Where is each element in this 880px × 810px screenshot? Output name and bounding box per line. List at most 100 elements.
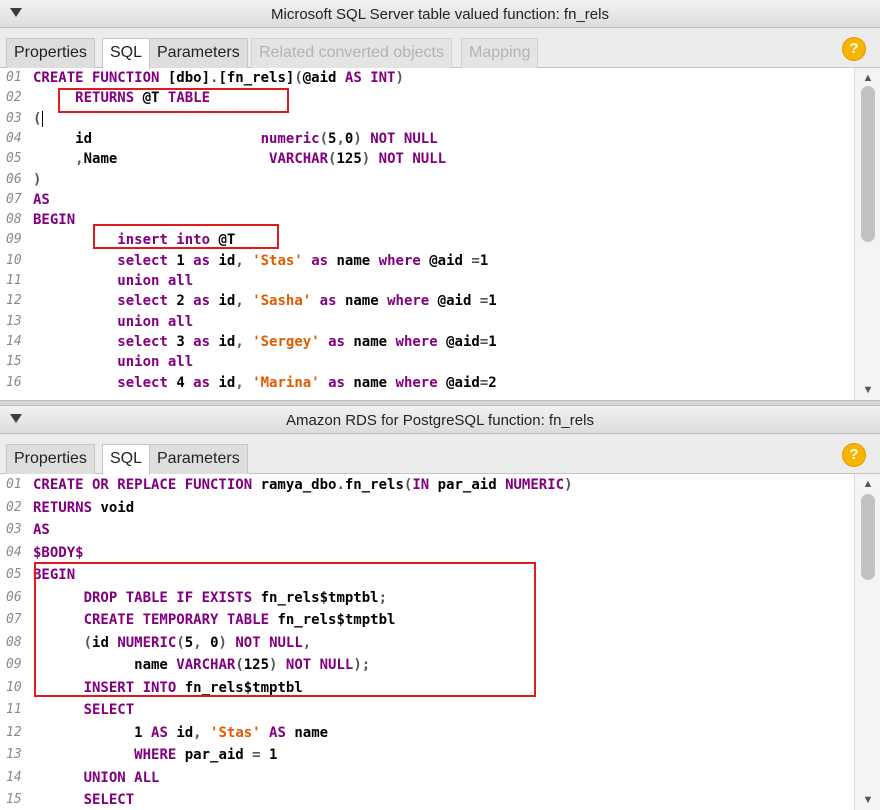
tab-parameters[interactable]: Parameters [149, 444, 248, 474]
sql-keyword: RETURNS [33, 499, 101, 516]
sql-keyword: select [117, 374, 177, 391]
code-text: SELECT [33, 789, 135, 810]
sql-keyword: VARCHAR [269, 151, 329, 168]
sql-code-editor[interactable]: 15 SELECT 14 UNION ALL 13 WHERE par_aid = … [0, 474, 852, 810]
code-token: id [33, 130, 261, 147]
sql-keyword: select [117, 252, 177, 269]
code-text: ( [33, 109, 44, 129]
string-literal: 'Marina' [252, 374, 320, 391]
line-number: 01 [6, 70, 22, 85]
line-number: 09 [6, 232, 22, 248]
help-icon[interactable]: ? [842, 443, 866, 467]
code-token: ) [33, 171, 42, 188]
sql-keyword: AS [269, 724, 295, 741]
tab-properties[interactable]: Properties [6, 38, 95, 68]
sql-keyword: where [387, 293, 438, 310]
code-token: ( [33, 110, 42, 127]
scroll-down-arrow-icon[interactable]: ▼ [862, 385, 874, 396]
tab-sql[interactable]: SQL [102, 38, 151, 69]
code-token: par_aid [184, 747, 253, 763]
code-token: 2 [176, 293, 194, 310]
tab-bar: Properties SQL Parameters Related conver… [0, 28, 880, 69]
tab-properties[interactable]: Properties [6, 444, 95, 474]
scroll-down-arrow-icon[interactable]: ▼ [862, 795, 874, 806]
code-token: Name [83, 151, 270, 168]
sql-keyword: BEGIN [33, 212, 76, 229]
sql-keyword: as [319, 293, 345, 310]
help-icon[interactable]: ? [842, 37, 866, 61]
vertical-scrollbar[interactable]: ▲ ▼ [854, 474, 880, 810]
code-token: ) [564, 477, 573, 493]
code-token: = [471, 252, 480, 269]
sql-keyword: CREATE OR REPLACE FUNCTION [33, 477, 261, 493]
code-text: select 3 as id, 'Sergey' as name where @… [33, 332, 497, 352]
scroll-up-arrow-icon[interactable]: ▲ [862, 479, 874, 490]
code-token: ) [361, 151, 379, 168]
code-token: ) [395, 70, 404, 86]
sql-keyword: NUMERIC [505, 477, 565, 493]
sql-keyword: AS INT [344, 70, 396, 86]
sql-keyword: as [193, 333, 219, 350]
tab-parameters[interactable]: Parameters [149, 38, 248, 68]
code-token: ) [353, 130, 371, 147]
code-token: void [100, 499, 135, 516]
line-number: 03 [6, 522, 22, 537]
sql-keyword: NOT NULL [378, 151, 447, 168]
scrollbar-thumb[interactable] [861, 494, 875, 580]
code-token: name [353, 374, 396, 391]
panel-titlebar: Amazon RDS for PostgreSQL function: fn_r… [0, 406, 880, 434]
code-text: ) [33, 170, 41, 190]
code-text: union all [33, 312, 193, 332]
code-token: . [336, 477, 345, 493]
highlight-box-returns [58, 88, 289, 113]
highlight-box-temp-table [34, 562, 536, 697]
code-token: 3 [176, 333, 194, 350]
line-number: 06 [6, 171, 22, 187]
code-text: UNION ALL [33, 767, 160, 790]
code-text: select 4 as id, 'Marina' as name where @… [33, 373, 496, 393]
sql-keyword: as [193, 252, 219, 269]
code-token: ( [319, 130, 329, 147]
code-text: BEGIN [33, 210, 75, 230]
sql-keyword: where [395, 374, 447, 391]
code-text: CREATE FUNCTION [dbo].[fn_rels](@aid AS … [33, 68, 404, 88]
line-number: 07 [6, 191, 22, 207]
line-number: 01 [6, 477, 22, 492]
code-text: 1 AS id, 'Stas' AS name [33, 722, 328, 745]
line-number: 02 [6, 90, 22, 106]
line-number: 09 [6, 657, 22, 672]
code-text: id numeric(5,0) NOT NULL [33, 129, 438, 149]
tab-sql[interactable]: SQL [102, 444, 151, 475]
vertical-scrollbar[interactable]: ▲ ▼ [854, 68, 880, 400]
tab-related-converted-objects: Related converted objects [251, 38, 452, 68]
code-token: , [235, 252, 253, 269]
code-text: union all [33, 271, 193, 291]
code-token: , [235, 374, 253, 391]
code-token: 1 [488, 333, 497, 350]
line-number: 11 [6, 273, 22, 288]
panel-titlebar: Microsoft SQL Server table valued functi… [0, 0, 880, 28]
sql-keyword: CREATE FUNCTION [33, 70, 168, 86]
code-text: WHERE par_aid = 1 [33, 744, 277, 767]
line-number: 05 [6, 151, 22, 167]
code-token: = [252, 747, 270, 763]
line-number: 11 [6, 702, 22, 717]
code-token: = [479, 333, 489, 350]
code-token: 125 [336, 151, 362, 168]
sql-code-editor[interactable]: 16 select 4 as id, 'Marina' as name wher… [0, 68, 852, 400]
code-token: id [218, 293, 236, 310]
sql-keyword: SELECT [83, 792, 135, 808]
scrollbar-thumb[interactable] [861, 86, 875, 242]
code-token: id [218, 333, 236, 350]
scroll-up-arrow-icon[interactable]: ▲ [862, 73, 874, 84]
code-token: name [353, 333, 396, 350]
